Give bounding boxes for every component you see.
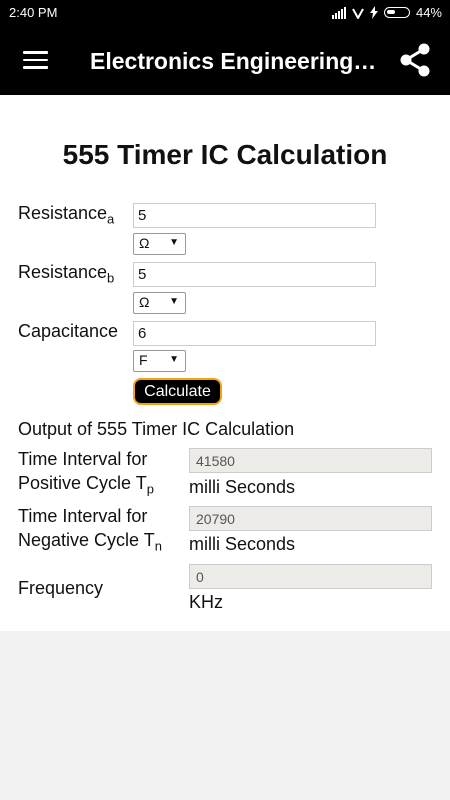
frequency-label: Frequency	[18, 578, 104, 598]
negative-cycle-value: 20790	[189, 506, 432, 531]
battery-percent: 44%	[415, 5, 442, 20]
charging-icon	[369, 6, 378, 19]
app-bar: Electronics Engineering…	[0, 26, 450, 95]
hamburger-menu-icon[interactable]	[23, 51, 48, 69]
calculate-button[interactable]: Calculate	[133, 378, 222, 405]
positive-cycle-value: 41580	[189, 448, 432, 473]
dropdown-arrow-icon: ▼	[169, 354, 179, 365]
output-title: Output of 555 Timer IC Calculation	[18, 419, 295, 439]
capacitance-input[interactable]	[133, 321, 376, 346]
resistance-a-label: Resistancea	[18, 203, 115, 227]
resistance-b-input[interactable]	[133, 262, 376, 287]
app-title: Electronics Engineering…	[90, 48, 377, 74]
capacitance-label: Capacitance	[18, 321, 119, 341]
resistance-b-unit-select[interactable]: Ω ▼	[133, 292, 186, 314]
resistance-b-label: Resistanceb	[18, 262, 115, 286]
wifi-icon	[352, 8, 364, 19]
positive-cycle-label: Time Interval for Positive Cycle Tp	[18, 449, 154, 497]
resistance-a-unit-select[interactable]: Ω ▼	[133, 233, 186, 255]
dropdown-arrow-icon: ▼	[169, 237, 179, 248]
frequency-value: 0	[189, 564, 432, 589]
battery-icon	[383, 7, 410, 18]
main-content: 555 Timer IC Calculation Resistancea Ω▼ …	[0, 95, 450, 631]
signal-icon	[331, 6, 346, 19]
status-bar: 2:40 PM 44%	[0, 0, 450, 26]
negative-cycle-unit: milli Seconds	[189, 534, 296, 554]
resistance-a-input[interactable]	[133, 203, 376, 228]
status-icons: 44%	[331, 5, 442, 20]
dropdown-arrow-icon: ▼	[169, 296, 179, 307]
positive-cycle-unit: milli Seconds	[189, 477, 296, 497]
status-time: 2:40 PM	[9, 5, 58, 20]
page-title: 555 Timer IC Calculation	[62, 139, 388, 170]
frequency-unit: KHz	[189, 592, 224, 612]
share-icon[interactable]	[398, 42, 432, 78]
capacitance-unit-select[interactable]: F ▼	[133, 350, 186, 372]
negative-cycle-label: Time Interval for Negative Cycle Tn	[18, 506, 162, 554]
